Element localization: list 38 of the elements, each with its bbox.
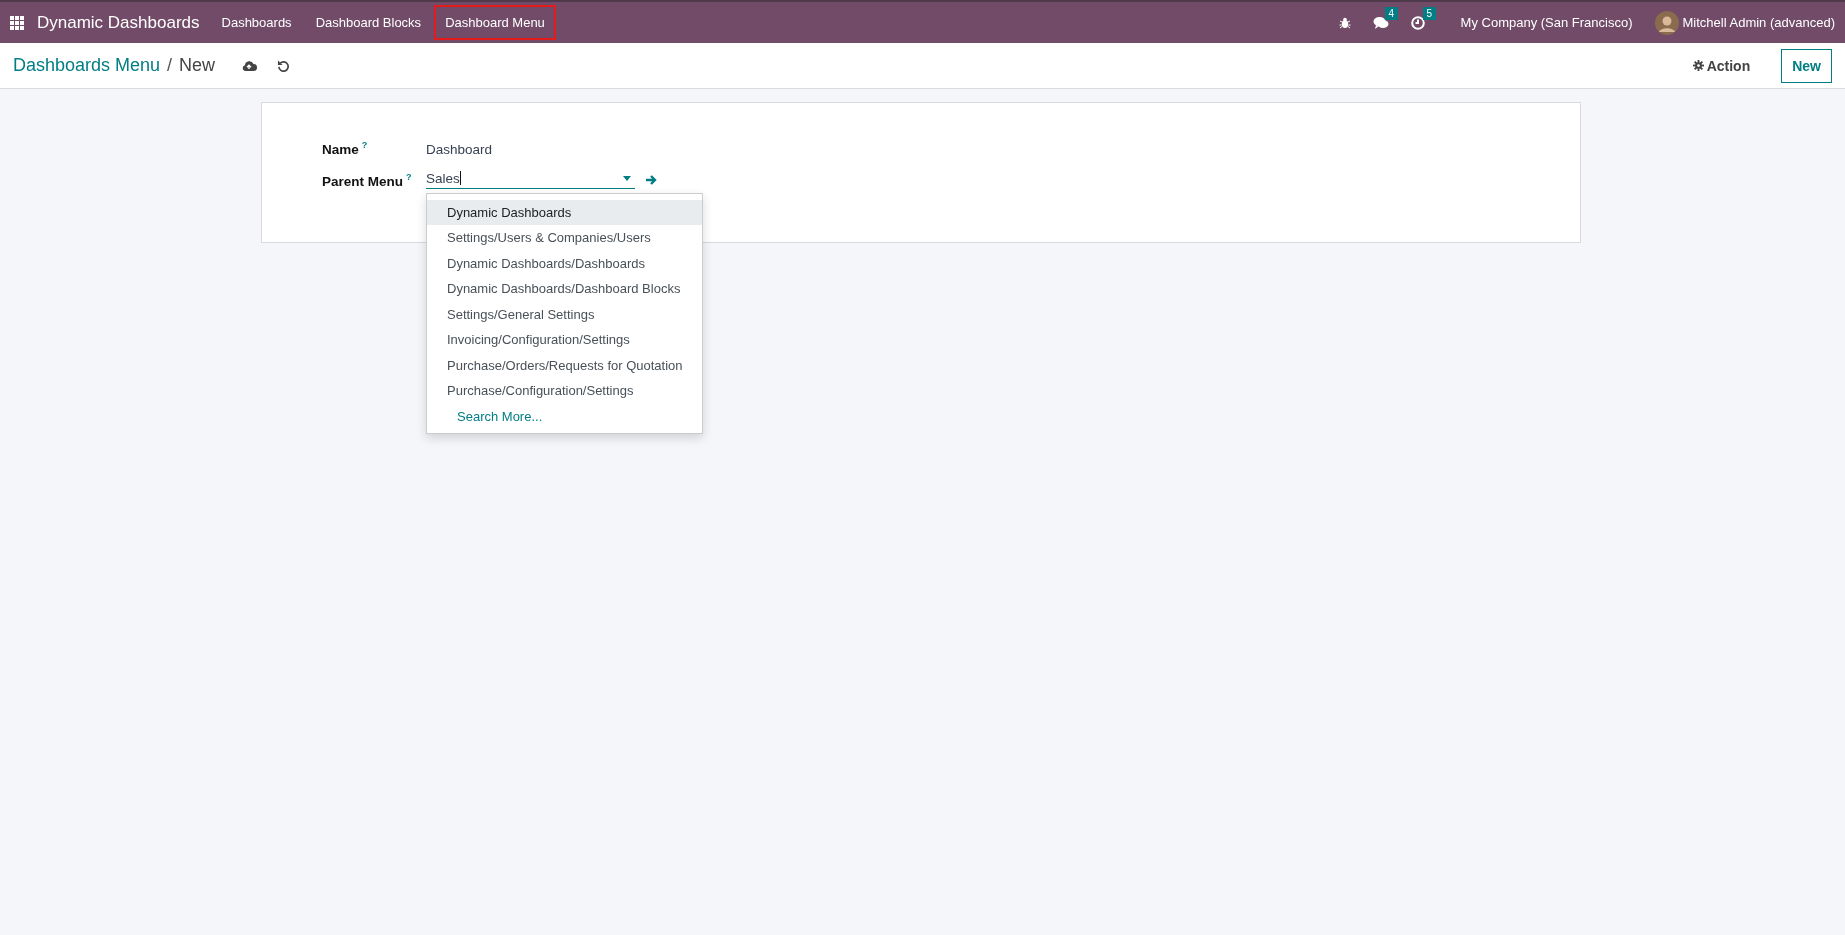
nav-menu-item[interactable]: Dashboard Blocks xyxy=(304,5,433,40)
name-field[interactable]: Dashboard xyxy=(426,141,1580,157)
dropdown-option[interactable]: Settings/Users & Companies/Users xyxy=(427,225,702,251)
field-label: Name $^{?}$ xyxy=(322,140,369,157)
caret-icon[interactable] xyxy=(623,175,631,181)
bug-icon[interactable] xyxy=(1338,16,1351,29)
company-switcher[interactable]: My Company (San Francisco) xyxy=(1460,15,1633,30)
messages-count: 4 xyxy=(1384,6,1399,20)
help-tooltip-mark[interactable]: ? xyxy=(361,140,368,150)
search-more-link[interactable]: Search More... xyxy=(427,403,702,429)
field-label: Parent Menu $^{?}$ xyxy=(322,172,413,189)
nav-menu-item[interactable]: Dashboards xyxy=(210,5,303,40)
dropdown-option[interactable]: Purchase/Configuration/Settings xyxy=(427,378,702,404)
arrow-right-icon[interactable] xyxy=(645,173,657,186)
dropdown-option[interactable]: Settings/General Settings xyxy=(427,301,702,327)
dropdown-option[interactable]: Invoicing/Configuration/Settings xyxy=(427,327,702,353)
action-button[interactable]: Action xyxy=(1686,56,1757,75)
undo-icon[interactable] xyxy=(277,59,291,72)
cloud-upload-icon[interactable] xyxy=(241,59,258,72)
chat-icon[interactable] xyxy=(1372,15,1389,30)
new-button[interactable]: New xyxy=(1781,48,1832,83)
dropdown-option[interactable]: Purchase/Orders/Requests for Quotation xyxy=(427,352,702,378)
nav-menu-item[interactable]: Dashboard Menu xyxy=(434,5,556,40)
gear-icon xyxy=(1692,60,1704,71)
breadcrumb-current: New xyxy=(179,55,216,76)
help-tooltip-mark[interactable]: ? xyxy=(406,172,412,182)
user-menu[interactable]: Mitchell Admin (advanced) xyxy=(1682,15,1835,30)
clock-icon[interactable] xyxy=(1410,15,1425,30)
avatar-icon[interactable] xyxy=(1654,10,1679,35)
breadcrumb-link[interactable]: Dashboards Menu xyxy=(13,55,161,76)
dropdown-option[interactable]: Dynamic Dashboards/Dashboard Blocks xyxy=(427,276,702,302)
activities-count: 5 xyxy=(1422,6,1437,20)
dropdown-option[interactable]: Dynamic Dashboards/Dashboards xyxy=(427,250,702,276)
parent-menu-field[interactable]: Sales xyxy=(426,170,635,189)
apps-grid-icon[interactable] xyxy=(10,15,24,30)
dropdown-option[interactable]: Dynamic Dashboards xyxy=(427,199,702,225)
breadcrumb-separator: / xyxy=(167,55,173,76)
app-name[interactable]: Dynamic Dashboards xyxy=(37,12,200,33)
